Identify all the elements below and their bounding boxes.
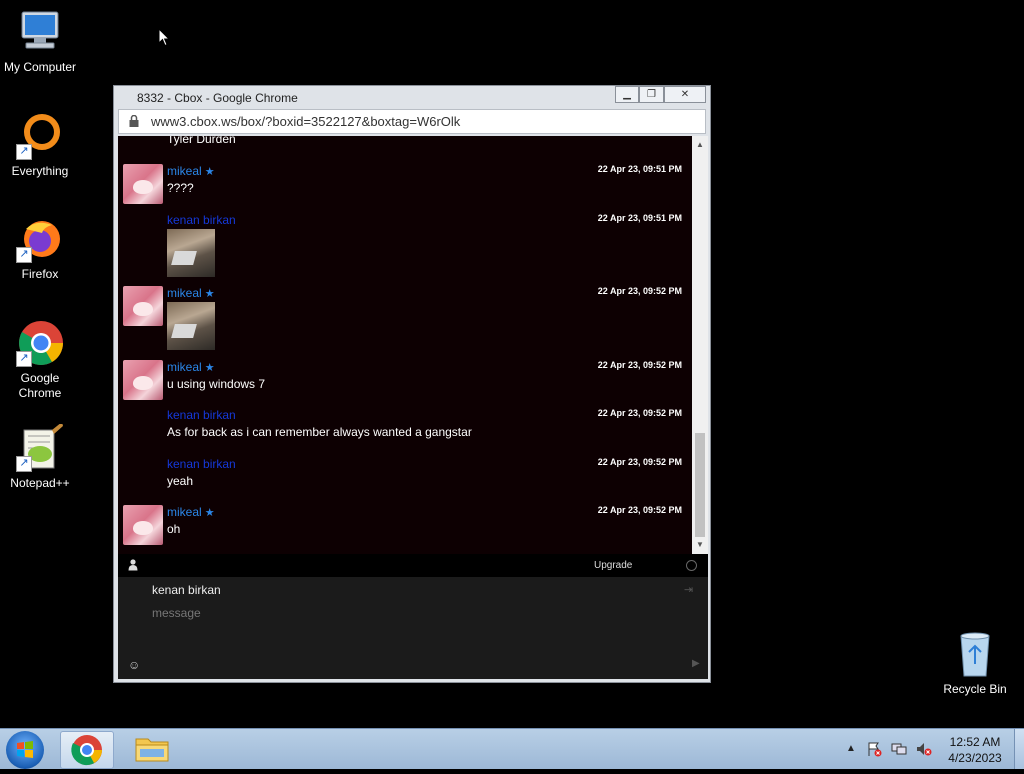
user-icon[interactable] bbox=[128, 559, 138, 571]
message-timestamp: 22 Apr 23, 09:52 PM bbox=[597, 505, 682, 515]
desktop-icon-label: Notepad++ bbox=[10, 476, 70, 490]
avatar[interactable] bbox=[123, 360, 163, 400]
address-bar[interactable]: www3.cbox.ws/box/?boxid=3522127&boxtag=W… bbox=[118, 109, 706, 134]
recycle-bin-icon bbox=[951, 630, 999, 678]
chrome-window: 8332 - Cbox - Google Chrome ▁ ❐ ✕ www3.c… bbox=[113, 85, 711, 683]
username-link[interactable]: kenan birkan bbox=[167, 213, 236, 227]
message-input[interactable] bbox=[150, 602, 634, 624]
lock-icon bbox=[129, 115, 139, 127]
username-link[interactable]: mikeal ★ bbox=[167, 505, 215, 519]
window-title: 8332 - Cbox - Google Chrome bbox=[137, 91, 298, 105]
chat-log: Tyler Durden mikeal ★ 22 Apr 23, 09:51 PM… bbox=[118, 136, 692, 554]
message-timestamp: 22 Apr 23, 09:52 PM bbox=[597, 286, 682, 296]
network-icon[interactable] bbox=[891, 741, 907, 757]
windows-logo-icon bbox=[17, 741, 33, 758]
chrome-icon: ↗ bbox=[16, 319, 64, 367]
avatar[interactable] bbox=[123, 164, 163, 204]
message-text: As for back as i can remember always wan… bbox=[167, 425, 472, 439]
cbox-content: Tyler Durden mikeal ★ 22 Apr 23, 09:51 PM… bbox=[118, 136, 708, 679]
firefox-icon: ↗ bbox=[16, 215, 64, 263]
shortcut-arrow-icon: ↗ bbox=[16, 247, 32, 263]
smiley-icon[interactable]: ☺ bbox=[128, 658, 140, 672]
star-icon: ★ bbox=[204, 362, 215, 374]
avatar[interactable] bbox=[123, 505, 163, 545]
username-link[interactable]: mikeal ★ bbox=[167, 286, 215, 300]
chat-scrollbar[interactable]: ▲ ▼ bbox=[692, 136, 708, 554]
desktop-icon-label: Recycle Bin bbox=[943, 682, 1007, 696]
show-desktop-button[interactable] bbox=[1014, 729, 1024, 769]
minimize-button[interactable]: ▁ bbox=[615, 86, 639, 103]
desktop-icon-label: Google Chrome bbox=[18, 371, 62, 400]
message-timestamp: 22 Apr 23, 09:52 PM bbox=[597, 360, 682, 370]
desktop-icon-label: Everything bbox=[11, 164, 69, 178]
volume-muted-icon[interactable] bbox=[916, 741, 932, 757]
desktop-icon-notepad-plus-plus[interactable]: ↗ Notepad++ bbox=[0, 422, 80, 491]
message-image[interactable] bbox=[167, 302, 215, 350]
computer-icon bbox=[16, 8, 64, 56]
send-arrow-icon[interactable]: ▶ bbox=[692, 658, 700, 669]
message-timestamp: 22 Apr 23, 09:51 PM bbox=[597, 164, 682, 174]
status-circle-icon[interactable] bbox=[686, 560, 697, 571]
window-titlebar[interactable]: 8332 - Cbox - Google Chrome ▁ ❐ ✕ bbox=[114, 86, 710, 108]
scroll-up-icon[interactable]: ▲ bbox=[696, 140, 704, 149]
username-link[interactable]: mikeal ★ bbox=[167, 164, 215, 178]
shortcut-arrow-icon: ↗ bbox=[16, 456, 32, 472]
folder-icon bbox=[135, 738, 169, 762]
avatar[interactable] bbox=[123, 286, 163, 326]
chrome-icon bbox=[71, 735, 102, 766]
message-text: ???? bbox=[167, 181, 194, 195]
desktop-icon-label: Firefox bbox=[21, 267, 59, 281]
start-button[interactable] bbox=[6, 731, 44, 769]
clock-time: 12:52 AM bbox=[949, 735, 1001, 749]
shortcut-arrow-icon: ↗ bbox=[16, 144, 32, 160]
scroll-down-icon[interactable]: ▼ bbox=[696, 540, 704, 549]
username-link[interactable]: kenan birkan bbox=[167, 408, 236, 422]
taskbar-explorer-button[interactable] bbox=[126, 731, 178, 767]
message-text: u using windows 7 bbox=[167, 377, 266, 391]
message-timestamp: 22 Apr 23, 09:51 PM bbox=[597, 213, 682, 223]
upgrade-link[interactable]: Upgrade bbox=[594, 560, 632, 571]
desktop-icon-label: My Computer bbox=[3, 60, 77, 74]
login-icon[interactable]: ⇥ bbox=[684, 583, 693, 596]
composer-name[interactable]: kenan birkan bbox=[152, 583, 221, 597]
desktop-icon-everything[interactable]: ↗ Everything bbox=[0, 112, 80, 179]
taskbar-chrome-button[interactable] bbox=[60, 731, 114, 769]
username-link[interactable]: kenan birkan bbox=[167, 457, 236, 471]
close-button[interactable]: ✕ bbox=[664, 86, 706, 103]
url-text: www3.cbox.ws/box/?boxid=3522127&boxtag=W… bbox=[151, 114, 461, 129]
message-text: yeah bbox=[167, 474, 194, 488]
message-timestamp: 22 Apr 23, 09:52 PM bbox=[597, 408, 682, 418]
message-image[interactable] bbox=[167, 229, 215, 277]
action-center-flag-icon[interactable] bbox=[866, 741, 882, 757]
scrollbar-thumb[interactable] bbox=[695, 433, 705, 537]
notepad-plus-plus-icon: ↗ bbox=[16, 422, 64, 472]
star-icon: ★ bbox=[204, 507, 215, 519]
show-hidden-icons-icon[interactable]: ▲ bbox=[846, 743, 856, 754]
system-clock[interactable]: 12:52 AM 4/23/2023 bbox=[940, 734, 1010, 766]
chat-toolbar: Upgrade bbox=[118, 554, 708, 577]
star-icon: ★ bbox=[204, 166, 215, 178]
desktop-icon-firefox[interactable]: ↗ Firefox bbox=[0, 215, 80, 282]
desktop-icon-my-computer[interactable]: My Computer bbox=[0, 8, 80, 75]
message-timestamp: 22 Apr 23, 09:52 PM bbox=[597, 457, 682, 467]
close-icon: ✕ bbox=[680, 89, 690, 100]
clock-date: 4/23/2023 bbox=[948, 751, 1002, 765]
message-composer: kenan birkan ⇥ ☺ ▶ bbox=[118, 577, 708, 679]
everything-search-icon: ↗ bbox=[16, 112, 64, 160]
restore-icon: ❐ bbox=[647, 89, 656, 100]
taskbar: ▲ 12:52 AM 4/23/2023 bbox=[0, 728, 1024, 769]
username-link[interactable]: mikeal ★ bbox=[167, 360, 215, 374]
partial-message-text: Tyler Durden bbox=[167, 136, 236, 146]
desktop-icon-google-chrome[interactable]: ↗ Google Chrome bbox=[0, 319, 80, 401]
minimize-icon: ▁ bbox=[623, 89, 631, 100]
star-icon: ★ bbox=[204, 288, 215, 300]
maximize-button[interactable]: ❐ bbox=[639, 86, 664, 103]
mouse-cursor-icon bbox=[158, 28, 170, 47]
message-text: oh bbox=[167, 522, 181, 536]
desktop-icon-recycle-bin[interactable]: Recycle Bin bbox=[935, 630, 1015, 697]
shortcut-arrow-icon: ↗ bbox=[16, 351, 32, 367]
